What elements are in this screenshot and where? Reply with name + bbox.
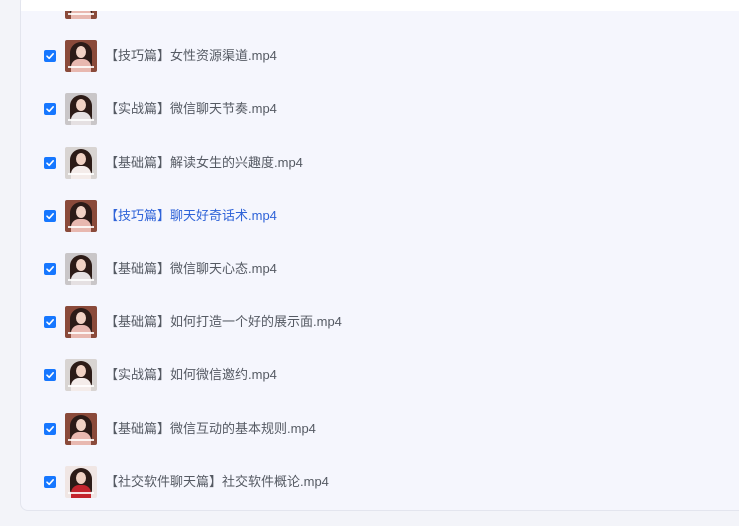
file-row[interactable]: 【基础篇】微信聊天心态.mp4 [21, 243, 739, 296]
check-icon [46, 319, 54, 326]
check-icon [46, 159, 54, 166]
video-thumbnail[interactable] [65, 40, 97, 73]
file-checkbox[interactable] [44, 156, 56, 169]
file-checkbox[interactable] [44, 422, 56, 435]
video-thumbnail[interactable] [65, 359, 97, 392]
check-icon [46, 425, 54, 432]
file-list-panel: 【技巧篇】和女生聊天的心态.mp4【技巧篇】女性资源渠道.mp4【实战篇】微信聊… [20, 0, 739, 511]
file-name[interactable]: 【社交软件聊天篇】社交软件概论.mp4 [105, 474, 329, 490]
file-name[interactable]: 【实战篇】微信聊天节奏.mp4 [105, 101, 277, 117]
file-checkbox[interactable] [44, 50, 56, 63]
file-name[interactable]: 【技巧篇】聊天好奇话术.mp4 [105, 208, 277, 224]
file-row[interactable]: 【实战篇】如何微信邀约.mp4 [21, 349, 739, 402]
check-icon [46, 478, 54, 485]
file-checkbox[interactable] [44, 209, 56, 222]
file-checkbox[interactable] [44, 316, 56, 329]
video-thumbnail[interactable] [65, 253, 97, 285]
video-thumbnail[interactable] [65, 412, 97, 445]
file-checkbox[interactable] [44, 103, 56, 116]
video-thumbnail[interactable] [65, 146, 97, 179]
check-icon [46, 106, 54, 113]
file-name[interactable]: 【基础篇】微信互动的基本规则.mp4 [105, 421, 316, 437]
file-name[interactable]: 【技巧篇】女性资源渠道.mp4 [105, 48, 277, 64]
file-row[interactable]: 【基础篇】微信互动的基本规则.mp4 [21, 402, 739, 455]
check-icon [46, 212, 54, 219]
file-row[interactable]: 【基础篇】如何打造一个好的展示面.mp4 [21, 296, 739, 349]
file-name[interactable]: 【基础篇】微信聊天心态.mp4 [105, 261, 277, 277]
check-icon [46, 266, 54, 273]
file-row[interactable]: 【社交软件聊天篇】社交软件概论.mp4 [21, 455, 739, 508]
panel-top-edge [21, 0, 739, 11]
file-name[interactable]: 【基础篇】如何打造一个好的展示面.mp4 [105, 314, 342, 330]
file-checkbox[interactable] [44, 475, 56, 488]
video-thumbnail[interactable] [65, 465, 97, 498]
file-name[interactable]: 【实战篇】如何微信邀约.mp4 [105, 367, 277, 383]
video-thumbnail[interactable] [65, 306, 97, 339]
file-checkbox[interactable] [44, 369, 56, 382]
file-row[interactable]: 【实战篇】微信聊天节奏.mp4 [21, 83, 739, 136]
file-name[interactable]: 【基础篇】解读女生的兴趣度.mp4 [105, 155, 303, 171]
video-thumbnail[interactable] [65, 199, 97, 232]
check-icon [46, 53, 54, 60]
file-row[interactable]: 【技巧篇】女性资源渠道.mp4 [21, 30, 739, 83]
check-icon [46, 372, 54, 379]
file-row[interactable]: 【技巧篇】聊天好奇话术.mp4 [21, 189, 739, 242]
file-checkbox[interactable] [44, 263, 56, 275]
file-row[interactable]: 【基础篇】解读女生的兴趣度.mp4 [21, 136, 739, 189]
video-thumbnail[interactable] [65, 93, 97, 126]
